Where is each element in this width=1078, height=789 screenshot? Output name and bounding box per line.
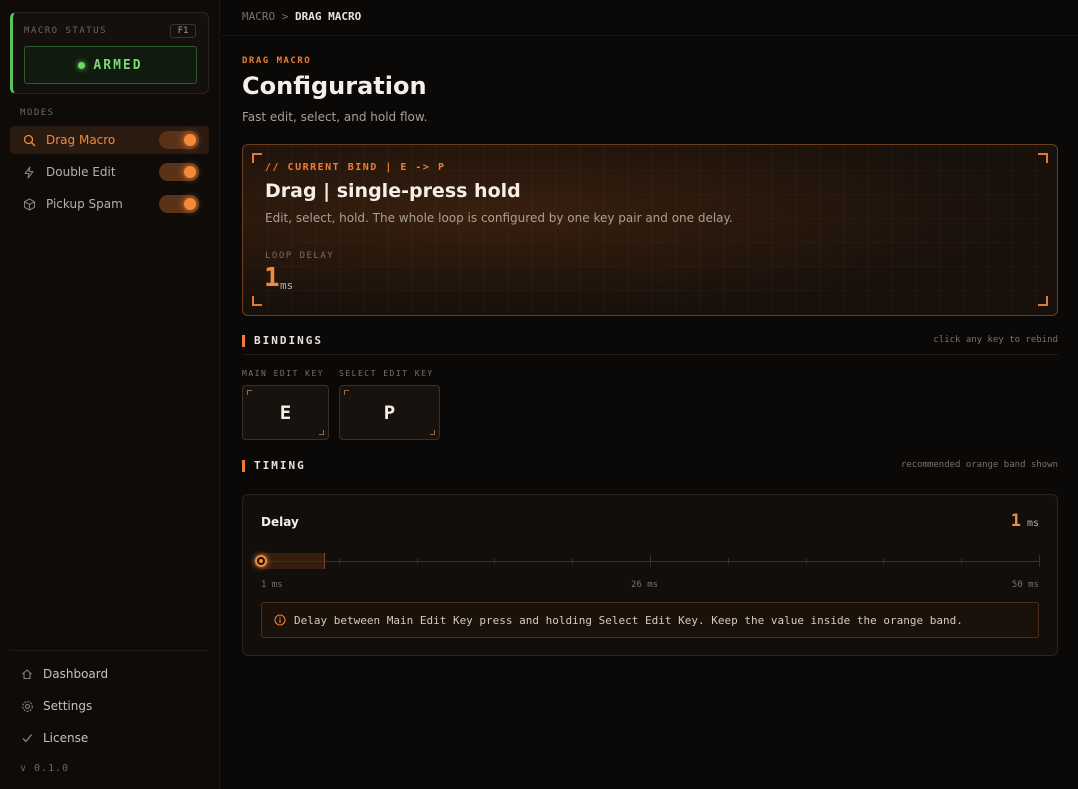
breadcrumb: MACRO > DRAG MACRO bbox=[242, 10, 361, 23]
corner-bracket bbox=[1038, 153, 1048, 163]
slider-tick bbox=[494, 558, 496, 564]
sidebar-item-settings[interactable]: Settings bbox=[10, 694, 209, 718]
slider-tick bbox=[961, 558, 963, 564]
version-label: v 0.1.0 bbox=[20, 763, 70, 774]
loop-delay-unit: ms bbox=[280, 279, 294, 292]
bindings-title: BINDINGS bbox=[254, 334, 323, 347]
bindings-section-header: BINDINGS click any key to rebind bbox=[242, 334, 1058, 356]
home-icon bbox=[20, 667, 34, 681]
slider-tick bbox=[338, 558, 340, 564]
main-edit-key-button[interactable]: E bbox=[242, 385, 329, 440]
corner-bracket bbox=[430, 430, 435, 435]
bindings-hint: click any key to rebind bbox=[933, 335, 1058, 345]
select-edit-key-label: SELECT EDIT KEY bbox=[339, 369, 434, 378]
toggle-knob bbox=[184, 134, 196, 146]
slider-tick bbox=[1039, 555, 1040, 567]
breadcrumb-separator: > bbox=[281, 10, 289, 23]
sidebar-item-double-edit[interactable]: Double Edit bbox=[10, 158, 209, 186]
corner-bracket bbox=[319, 430, 324, 435]
timing-card: Delay 1 ms 1 ms 26 ms 50 ms Delay betwee… bbox=[242, 494, 1058, 656]
delay-info-text: Delay between Main Edit Key press and ho… bbox=[294, 613, 963, 627]
slider-tick bbox=[805, 558, 807, 564]
sidebar-item-label: License bbox=[43, 731, 89, 745]
sidebar-item-drag-macro[interactable]: Drag Macro bbox=[10, 126, 209, 154]
drag-macro-toggle[interactable] bbox=[159, 131, 199, 149]
main-edit-key-label: MAIN EDIT KEY bbox=[242, 369, 325, 378]
page-title: Configuration bbox=[242, 72, 427, 100]
sidebar-item-pickup-spam[interactable]: Pickup Spam bbox=[10, 190, 209, 218]
status-label: MACRO STATUS bbox=[24, 26, 108, 36]
sidebar-item-license[interactable]: License bbox=[10, 726, 209, 750]
sidebar: MACRO STATUS F1 ARMED MODES Drag Macro D… bbox=[0, 0, 220, 789]
corner-bracket bbox=[252, 296, 262, 306]
sidebar-item-label: Drag Macro bbox=[46, 133, 116, 147]
slider-mid-label: 26 ms bbox=[631, 580, 659, 590]
select-edit-key-value: P bbox=[383, 401, 396, 424]
loop-delay-label: LOOP DELAY bbox=[265, 251, 335, 261]
modes-label: MODES bbox=[20, 108, 55, 118]
corner-bracket bbox=[344, 390, 349, 395]
delay-unit: ms bbox=[1026, 518, 1039, 529]
slider-max-label: 50 ms bbox=[1011, 580, 1039, 590]
armed-indicator-dot bbox=[78, 61, 86, 69]
select-edit-key-button[interactable]: P bbox=[339, 385, 440, 440]
section-divider bbox=[242, 354, 1058, 355]
slider-tick bbox=[572, 558, 574, 564]
corner-bracket bbox=[1038, 296, 1048, 306]
main-edit-key-value: E bbox=[279, 401, 292, 424]
breadcrumb-root[interactable]: MACRO bbox=[242, 10, 275, 23]
slider-tick bbox=[727, 558, 729, 564]
sidebar-item-label: Pickup Spam bbox=[46, 197, 123, 211]
sidebar-item-label: Double Edit bbox=[46, 165, 116, 179]
corner-bracket bbox=[252, 153, 262, 163]
info-icon bbox=[274, 614, 286, 626]
slider-tick bbox=[416, 558, 418, 564]
sidebar-divider bbox=[10, 650, 209, 651]
slider-min-label: 1 ms bbox=[261, 580, 283, 590]
pickup-spam-toggle[interactable] bbox=[159, 195, 199, 213]
delay-value: 1 bbox=[1010, 511, 1021, 531]
status-hotkey-badge: F1 bbox=[170, 24, 196, 38]
search-icon bbox=[22, 133, 36, 147]
check-icon bbox=[20, 731, 34, 745]
slider-tick bbox=[650, 555, 651, 567]
bolt-icon bbox=[22, 165, 36, 179]
toggle-knob bbox=[184, 198, 196, 210]
loop-delay-value: 1 bbox=[264, 263, 280, 293]
armed-toggle-button[interactable]: ARMED bbox=[24, 46, 197, 84]
timing-hint: recommended orange band shown bbox=[900, 460, 1058, 470]
double-edit-toggle[interactable] bbox=[159, 163, 199, 181]
slider-tick bbox=[883, 558, 885, 564]
current-bind-description: Edit, select, hold. The whole loop is co… bbox=[265, 211, 733, 225]
current-bind-title: Drag | single-press hold bbox=[265, 180, 521, 202]
page-eyebrow: DRAG MACRO bbox=[242, 56, 312, 66]
current-bind-label: // CURRENT BIND | E -> P bbox=[265, 162, 446, 173]
sidebar-item-label: Dashboard bbox=[43, 667, 109, 681]
delay-slider-thumb[interactable] bbox=[255, 555, 267, 567]
macro-status-card: MACRO STATUS F1 ARMED bbox=[10, 12, 209, 94]
cube-icon bbox=[22, 197, 36, 211]
timing-title: TIMING bbox=[254, 459, 306, 472]
page-subtitle: Fast edit, select, and hold flow. bbox=[242, 110, 428, 124]
gear-icon bbox=[20, 699, 34, 713]
corner-bracket bbox=[247, 390, 252, 395]
sidebar-item-dashboard[interactable]: Dashboard bbox=[10, 662, 209, 686]
delay-info-box: Delay between Main Edit Key press and ho… bbox=[261, 602, 1039, 638]
current-bind-card: // CURRENT BIND | E -> P Drag | single-p… bbox=[242, 144, 1058, 316]
armed-status-text: ARMED bbox=[93, 57, 143, 73]
delay-label: Delay bbox=[261, 515, 299, 529]
sidebar-item-label: Settings bbox=[43, 699, 93, 713]
breadcrumb-current: DRAG MACRO bbox=[295, 10, 362, 23]
timing-section-header: TIMING recommended orange band shown bbox=[242, 459, 1058, 481]
section-accent-bar bbox=[242, 460, 245, 472]
toggle-knob bbox=[184, 166, 196, 178]
section-accent-bar bbox=[242, 335, 245, 347]
header-divider bbox=[221, 35, 1078, 36]
